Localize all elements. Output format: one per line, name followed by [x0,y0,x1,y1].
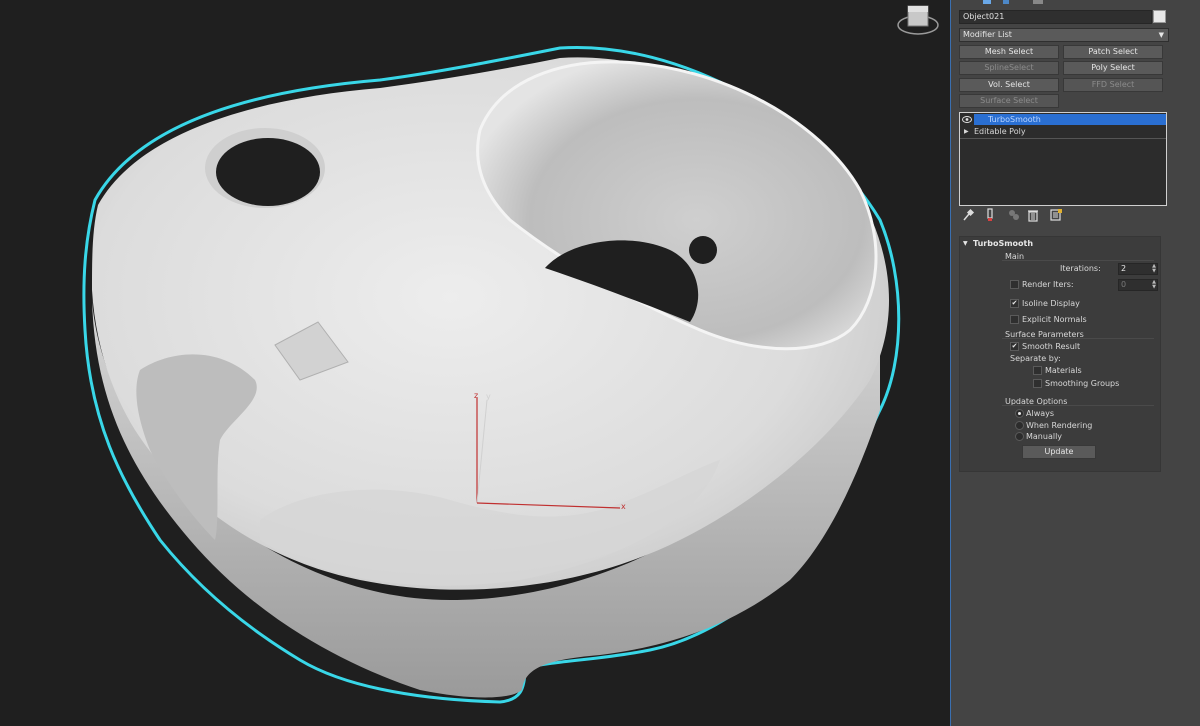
render-iters-spinner[interactable]: 0 ▲ ▼ [1118,279,1158,291]
update-group-line [1002,405,1154,406]
update-when-rendering-radio[interactable] [1015,421,1024,430]
command-panel-tabs [951,0,1200,6]
update-always-radio[interactable] [1015,409,1024,418]
spinner-arrows-icon[interactable]: ▲ ▼ [1152,264,1156,274]
stack-item-turbosmooth[interactable]: TurboSmooth [960,114,1166,125]
stack-item-label: Editable Poly [974,127,1026,136]
eye-icon[interactable] [962,115,972,124]
modifier-list-label: Modifier List [963,30,1012,39]
remove-modifier-icon[interactable] [1026,208,1040,222]
main-group-line [1002,260,1154,261]
viewport-canvas[interactable] [0,0,950,726]
app-window: z y x Object021 Modifier List ▼ Mesh Sel… [0,0,1200,726]
patch-select-button[interactable]: Patch Select [1063,45,1163,59]
render-iters-value: 0 [1121,280,1127,289]
perspective-viewport[interactable]: z y x [0,0,950,726]
update-manually-radio[interactable] [1015,432,1024,441]
axis-label-y: y [486,392,491,401]
rollout-title: TurboSmooth [973,239,1034,248]
stack-divider [960,138,1166,139]
smoothing-groups-checkbox[interactable] [1033,379,1042,388]
bowl-small-hole [689,236,717,264]
show-end-result-icon[interactable] [983,208,997,222]
separate-by-label: Separate by: [1010,354,1061,363]
vol-select-button[interactable]: Vol. Select [959,78,1059,92]
object-color-swatch[interactable] [1153,10,1166,23]
viewcube-icon[interactable] [897,5,939,35]
update-always-label: Always [1026,409,1055,418]
materials-label: Materials [1045,366,1082,375]
mesh-select-button[interactable]: Mesh Select [959,45,1059,59]
command-panel-modify: Object021 Modifier List ▼ Mesh Select Pa… [951,0,1200,726]
tab-modify-icon[interactable] [983,0,991,4]
spline-select-button[interactable]: SplineSelect [959,61,1059,75]
smooth-result-checkbox[interactable]: ✔ [1010,342,1019,351]
expand-triangle-icon[interactable]: ▶ [964,126,969,137]
smoothing-groups-label: Smoothing Groups [1045,379,1120,388]
update-manually-label: Manually [1026,432,1063,441]
iterations-label: Iterations: [1060,264,1101,273]
iterations-value: 2 [1121,264,1127,273]
poly-select-button[interactable]: Poly Select [1063,61,1163,75]
tab-motion-icon[interactable] [1033,0,1043,4]
render-iters-checkbox[interactable] [1010,280,1019,289]
smooth-result-label: Smooth Result [1022,342,1081,351]
turbosmooth-rollout: ▼ TurboSmooth Main Iterations: 2 ▲ ▼ Rend… [959,236,1161,472]
update-button[interactable]: Update [1022,445,1096,459]
surface-select-button[interactable]: Surface Select [959,94,1059,108]
render-iters-label: Render Iters: [1022,280,1074,289]
pin-stack-icon[interactable] [961,208,975,222]
isoline-display-label: Isoline Display [1022,299,1080,308]
modifier-list-dropdown[interactable]: Modifier List ▼ [959,28,1169,42]
materials-checkbox[interactable] [1033,366,1042,375]
rollout-header[interactable]: ▼ TurboSmooth [960,237,1160,251]
axis-label-z: z [474,391,479,400]
configure-modifier-sets-icon[interactable] [1049,208,1063,222]
dropdown-arrow-icon: ▼ [1158,31,1164,39]
explicit-normals-checkbox[interactable] [1010,315,1019,324]
spinner-arrows-icon[interactable]: ▲ ▼ [1152,280,1156,290]
isoline-display-checkbox[interactable]: ✔ [1010,299,1019,308]
modifier-stack[interactable]: TurboSmooth ▶ Editable Poly [959,112,1167,206]
make-unique-icon[interactable] [1007,208,1021,222]
stack-item-label: TurboSmooth [988,115,1041,124]
model-round-hole-inner [216,138,320,206]
explicit-normals-label: Explicit Normals [1022,315,1087,324]
object-name-field[interactable]: Object021 [959,10,1152,24]
update-when-rendering-label: When Rendering [1026,421,1093,430]
iterations-spinner[interactable]: 2 ▲ ▼ [1118,263,1158,275]
stack-item-editable-poly[interactable]: ▶ Editable Poly [960,126,1166,137]
axis-label-x: x [621,502,626,511]
ffd-select-button[interactable]: FFD Select [1063,78,1163,92]
rollout-collapse-icon[interactable]: ▼ [963,237,968,251]
surface-group-line [1002,338,1154,339]
tab-hierarchy-icon[interactable] [1003,0,1009,4]
